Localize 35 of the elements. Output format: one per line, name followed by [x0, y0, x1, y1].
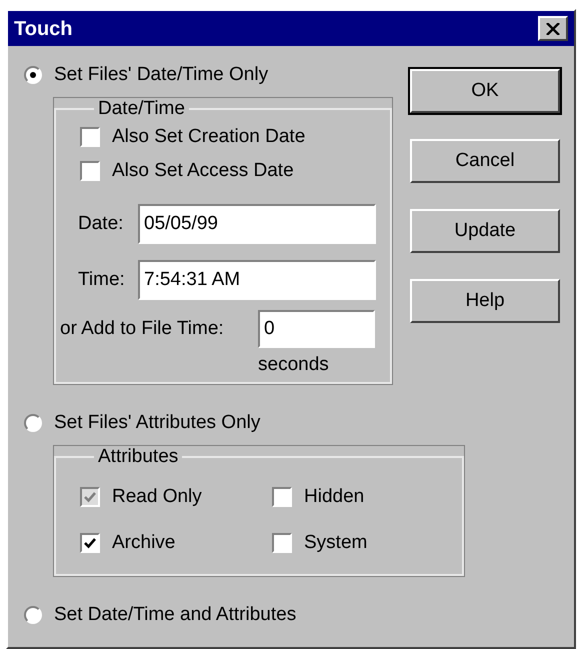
radio-button[interactable]	[24, 606, 42, 624]
radio-button[interactable]	[24, 414, 42, 432]
checkbox[interactable]	[272, 533, 292, 553]
input-field[interactable]: 7:54:31 AM	[138, 260, 376, 300]
checkbox[interactable]	[80, 127, 100, 147]
checkmark-icon	[83, 536, 97, 550]
unit-label: seconds	[258, 353, 330, 377]
radio-label: Set Date/Time and Attributes	[54, 602, 296, 627]
checkmark-icon	[83, 490, 97, 504]
checkbox-label: Also Set Creation Date	[112, 124, 306, 149]
close-icon	[546, 22, 560, 34]
checkbox-label: Also Set Access Date	[112, 158, 294, 183]
field-label: Time:	[78, 268, 126, 292]
field-label: or Add to File Time:	[60, 316, 225, 341]
radio-button[interactable]	[24, 66, 42, 84]
checkbox-label: Read Only	[112, 484, 202, 509]
group-title: Attributes	[97, 446, 180, 468]
dialog-button[interactable]: Cancel	[410, 139, 560, 183]
checkbox[interactable]	[80, 533, 100, 553]
window-title: Touch	[14, 16, 73, 42]
radio-label: Set Files' Date/Time Only	[54, 62, 268, 87]
input-field[interactable]: 0	[258, 310, 375, 348]
dialog-button[interactable]: Update	[410, 209, 560, 253]
checkbox-label: Hidden	[304, 484, 364, 509]
checkbox-label: System	[304, 530, 368, 555]
close-button[interactable]	[538, 16, 568, 41]
checkbox[interactable]	[272, 487, 292, 507]
radio-label: Set Files' Attributes Only	[54, 410, 260, 435]
group-title: Date/Time	[97, 98, 186, 120]
input-field[interactable]: 05/05/99	[138, 204, 376, 244]
checkbox[interactable]	[80, 161, 100, 181]
checkbox-label: Archive	[112, 530, 176, 555]
field-label: Date:	[78, 212, 124, 236]
dialog-button[interactable]: OK	[410, 69, 560, 113]
dialog-button[interactable]: Help	[410, 279, 560, 323]
